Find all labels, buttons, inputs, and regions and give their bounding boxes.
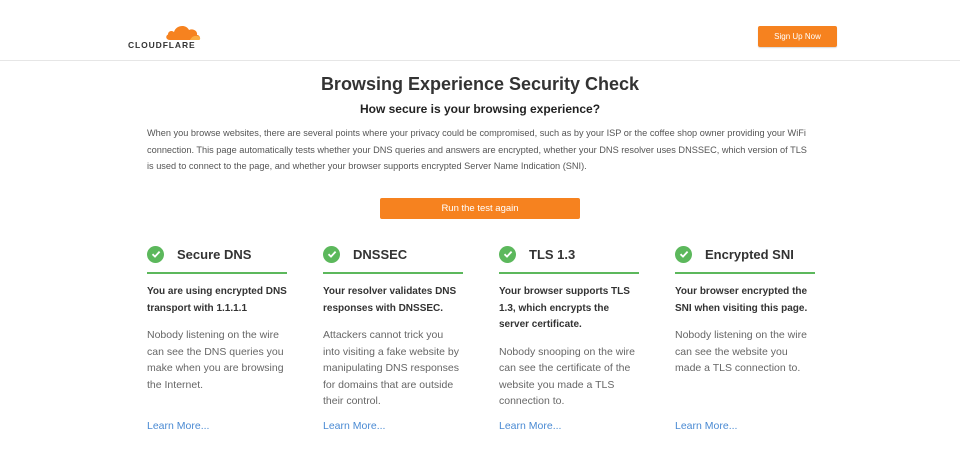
card-description: Nobody snooping on the wire can see the …: [499, 345, 636, 408]
check-circle-icon: [323, 245, 340, 263]
check-circle-icon: [147, 245, 164, 263]
card-title: Encrypted SNI: [705, 246, 794, 262]
logo-text: CLOUDFLARE: [128, 40, 196, 50]
card-description: Nobody listening on the wire can see the…: [675, 329, 807, 374]
card-header: TLS 1.3: [499, 242, 639, 274]
check-circle-icon: [499, 245, 516, 263]
card-title: DNSSEC: [353, 246, 408, 262]
learn-more-link-encrypted-sni[interactable]: Learn More...: [675, 420, 737, 432]
learn-more-link-secure-dns[interactable]: Learn More...: [147, 420, 209, 432]
card-title: TLS 1.3: [529, 246, 576, 262]
card-header: DNSSEC: [323, 242, 463, 274]
check-circle-icon: [675, 245, 692, 263]
card-description: Attackers cannot trick you into visiting…: [323, 329, 459, 407]
run-test-button[interactable]: Run the test again: [380, 198, 580, 219]
sign-up-button[interactable]: Sign Up Now: [758, 26, 837, 47]
page-subtitle: How secure is your browsing experience?: [359, 102, 601, 116]
cloudflare-logo[interactable]: CLOUDFLARE: [128, 22, 208, 52]
card-tls: TLS 1.3 Your browser supports TLS 1.3, w…: [499, 242, 639, 410]
learn-more-link-dnssec[interactable]: Learn More...: [323, 420, 385, 432]
top-header: CLOUDFLARE Sign Up Now: [0, 0, 960, 61]
card-dnssec: DNSSEC Your resolver validates DNS respo…: [323, 242, 463, 410]
card-status-text: Your resolver validates DNS responses wi…: [323, 286, 457, 314]
learn-more-link-tls[interactable]: Learn More...: [499, 420, 561, 432]
card-header: Encrypted SNI: [675, 242, 815, 274]
page-title: Browsing Experience Security Check: [320, 74, 640, 94]
card-title: Secure DNS: [177, 246, 252, 262]
card-status-text: You are using encrypted DNS transport wi…: [147, 286, 287, 314]
card-secure-dns: Secure DNS You are using encrypted DNS t…: [147, 242, 287, 393]
intro-paragraph: When you browse websites, there are seve…: [147, 128, 807, 171]
card-status-text: Your browser encrypted the SNI when visi…: [675, 286, 808, 314]
card-header: Secure DNS: [147, 242, 287, 274]
card-encrypted-sni: Encrypted SNI Your browser encrypted the…: [675, 242, 815, 377]
card-description: Nobody listening on the wire can see the…: [147, 329, 284, 391]
card-status-text: Your browser supports TLS 1.3, which enc…: [499, 286, 630, 330]
